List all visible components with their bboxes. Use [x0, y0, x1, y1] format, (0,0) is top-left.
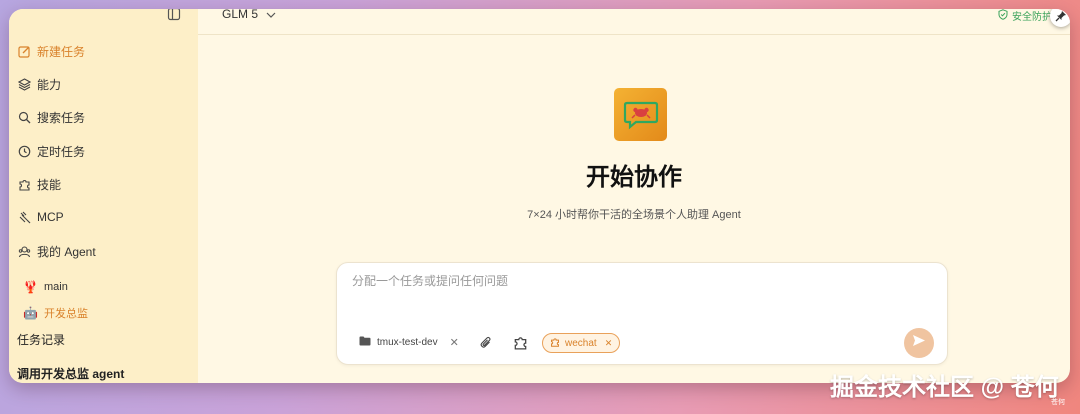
task-composer: tmux-test-dev ✕ wechat ✕: [336, 262, 948, 365]
sidebar-item-mcp[interactable]: MCP: [17, 207, 64, 227]
close-icon[interactable]: ✕: [605, 338, 613, 349]
recent-task-item[interactable]: 调用开发总监 agent: [17, 365, 124, 382]
watermark: 掘金技术社区 @ 苍何: [830, 374, 1059, 401]
search-icon: [17, 110, 31, 124]
chevron-down-icon: [266, 9, 276, 21]
agent-icon: [17, 244, 31, 258]
agent-item-label: 开发总监: [44, 308, 88, 320]
sidebar-item-new-task[interactable]: 新建任务: [17, 41, 85, 61]
pin-icon[interactable]: [1050, 9, 1070, 27]
close-icon[interactable]: ✕: [450, 336, 459, 349]
security-status[interactable]: 安全防护: [998, 9, 1052, 23]
sidebar-item-label: 我的 Agent: [37, 244, 96, 259]
model-name: GLM 5: [222, 9, 259, 21]
app-logo: [614, 88, 667, 141]
puzzle-icon[interactable]: [513, 335, 528, 355]
sidebar-item-my-agent[interactable]: 我的 Agent: [17, 241, 96, 261]
sidebar-item-label: 搜索任务: [37, 110, 86, 125]
page-subtitle: 7×24 小时帮你干活的全场景个人助理 Agent: [527, 209, 741, 221]
skill-chip[interactable]: wechat ✕: [542, 333, 621, 353]
task-history-heading[interactable]: 任务记录: [17, 331, 65, 348]
sidebar-item-label: 能力: [37, 77, 62, 92]
send-button[interactable]: [904, 328, 934, 358]
watermark-small: 苍何: [1051, 399, 1065, 406]
page-title: 开始协作: [586, 164, 682, 191]
robot-icon: 🤖: [23, 306, 38, 320]
skill-chip-label: wechat: [565, 337, 597, 349]
model-selector[interactable]: GLM 5: [222, 9, 276, 21]
sidebar-item-abilities[interactable]: 能力: [17, 74, 61, 94]
sidebar-item-label: 技能: [37, 177, 62, 192]
paperclip-icon[interactable]: [480, 336, 492, 354]
main-panel: GLM 5 安全防护 开始协作 7×24 小时帮你干活的全场景个人助理 Agen…: [198, 9, 1070, 383]
send-icon: [912, 334, 926, 352]
top-bar: GLM 5 安全防护: [198, 9, 1070, 35]
app-window: 新建任务 能力 搜索任务 定时任务 技能 MCP 我的 Agent 🦞 main…: [9, 9, 1070, 383]
folder-icon: [359, 336, 371, 349]
sidebar-item-label: MCP: [37, 210, 64, 224]
lobster-icon: 🦞: [23, 280, 38, 294]
folder-chip[interactable]: tmux-test-dev ✕: [359, 336, 459, 349]
puzzle-icon: [17, 177, 31, 191]
sidebar: 新建任务 能力 搜索任务 定时任务 技能 MCP 我的 Agent 🦞 main…: [9, 9, 198, 383]
shield-icon: [998, 9, 1008, 23]
agent-item-label: main: [44, 281, 68, 293]
agent-item-main[interactable]: 🦞 main: [23, 280, 68, 294]
folder-name: tmux-test-dev: [377, 337, 438, 348]
security-label: 安全防护: [1012, 12, 1052, 23]
sidebar-item-label: 新建任务: [37, 44, 86, 59]
sidebar-toggle-icon[interactable]: [167, 9, 181, 21]
clock-icon: [17, 144, 31, 158]
sidebar-item-search-tasks[interactable]: 搜索任务: [17, 107, 85, 127]
plug-icon: [17, 210, 31, 224]
sidebar-item-scheduled-tasks[interactable]: 定时任务: [17, 141, 85, 161]
puzzle-icon: [550, 337, 560, 350]
sidebar-item-skills[interactable]: 技能: [17, 174, 61, 194]
layers-icon: [17, 77, 31, 91]
edit-icon: [17, 44, 31, 58]
agent-item-dev-director[interactable]: 🤖 开发总监: [23, 305, 88, 321]
task-input[interactable]: [350, 273, 894, 289]
sidebar-item-label: 定时任务: [37, 144, 86, 159]
